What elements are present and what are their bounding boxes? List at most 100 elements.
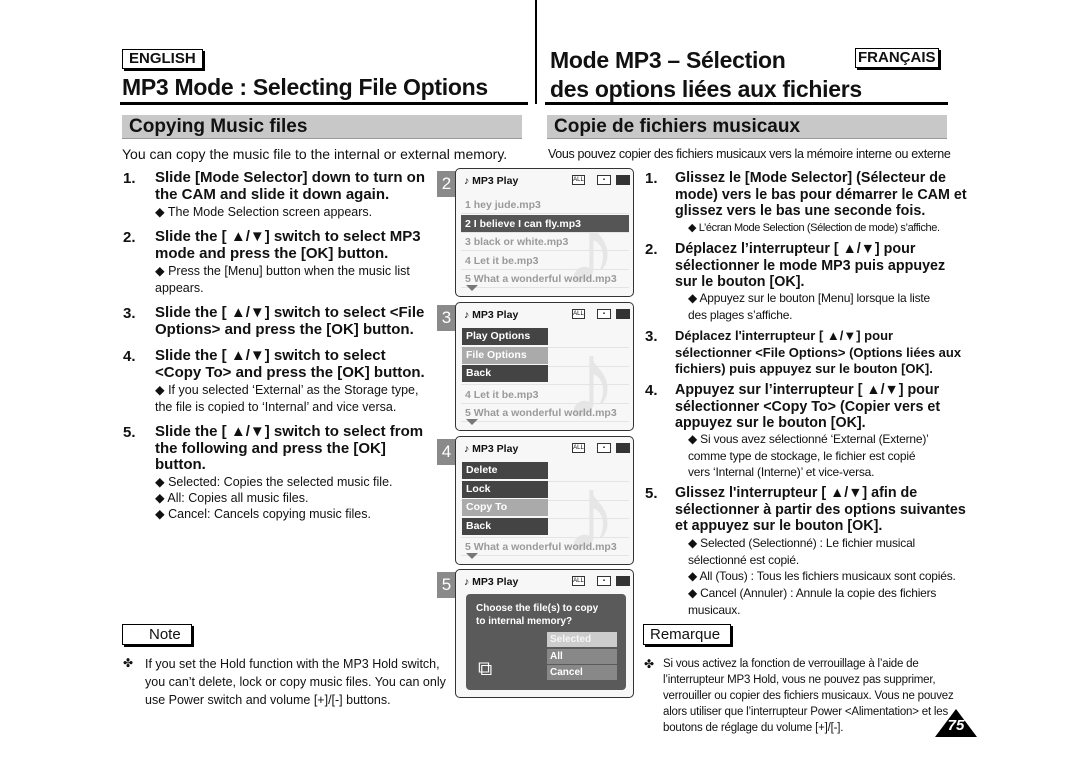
scroll-down-arrow-icon[interactable]	[466, 553, 478, 559]
step-bullet: ◆ Si vous avez sélectionné ‘External (Ex…	[688, 432, 929, 479]
intro-en: You can copy the music file to the inter…	[122, 146, 508, 162]
track-row[interactable]: 4 Let it be.mp3	[461, 252, 629, 270]
memory-icon: ▪	[597, 576, 611, 586]
step-number: 5.	[123, 424, 136, 441]
step-number: 5.	[645, 485, 658, 502]
step-text: Glissez l'interrupteur [ ▲/▼] afin de sé…	[675, 485, 966, 534]
screen-title: MP3 Play	[472, 309, 519, 321]
memory-icon: ▪	[597, 443, 611, 453]
menu-item[interactable]: Back	[462, 365, 548, 382]
track-row[interactable]: 5 What a wonderful world.mp3	[461, 270, 629, 288]
all-repeat-icon: ALL	[572, 309, 585, 319]
music-note-icon: ♪	[464, 443, 473, 455]
dialog-option[interactable]: Selected	[547, 632, 617, 647]
section-heading-en: Copying Music files	[122, 115, 522, 139]
battery-icon	[616, 175, 630, 185]
note-text: Si vous activez la fonction de verrouill…	[663, 658, 954, 734]
step-number: 2.	[645, 241, 658, 258]
device-screen: ♪ ♪ MP3 Play ALL ▪ 1 hey jude.mp3 2 I bel…	[455, 168, 634, 297]
music-note-icon: ♪	[464, 576, 473, 588]
francais-label: FRANÇAIS	[855, 48, 939, 68]
step-bullet: ◆ Cancel (Annuler) : Annule la copie des…	[688, 586, 937, 617]
step-bullet: ◆ Press the [Menu] button when the music…	[155, 264, 410, 295]
step-number: 3.	[123, 305, 136, 322]
page-title-fr-1: Mode MP3 – Sélection	[550, 47, 786, 73]
section-heading-fr: Copie de fichiers musicaux	[547, 115, 947, 139]
all-repeat-icon: ALL	[572, 175, 585, 185]
page-number: 75	[947, 717, 965, 734]
menu-item[interactable]: File Options	[462, 346, 548, 364]
note-text: If you set the Hold function with the MP…	[145, 657, 446, 707]
device-screen: ♪ ♪ MP3 Play ALL ▪ Choose the file(s) to…	[455, 569, 634, 698]
step-bullet: ◆ Selected (Selectionné) : Le fichier mu…	[688, 536, 916, 567]
step-number: 2.	[123, 229, 136, 246]
step-text: Appuyez sur l’interrupteur [ ▲/▼] pour s…	[675, 382, 941, 431]
dialog-option[interactable]: Cancel	[547, 665, 617, 680]
music-note-icon: ♪	[464, 309, 473, 321]
menu-item[interactable]: Back	[462, 517, 548, 535]
dialog-option[interactable]: All	[547, 648, 617, 664]
device-screen: ♪ ♪ MP3 Play ALL ▪ fly.mp3 e.mp34 Let it…	[455, 302, 634, 431]
intro-fr: Vous pouvez copier des fichiers musicaux…	[548, 147, 951, 161]
screen-title: MP3 Play	[472, 576, 519, 588]
step-badge: 3	[437, 305, 456, 331]
step-bullet: ◆ Appuyez sur le bouton [Menu] lorsque l…	[688, 291, 930, 322]
battery-icon	[616, 576, 630, 586]
header-rule-fr	[545, 102, 948, 105]
step-badge: 4	[437, 439, 456, 465]
step-text: Slide the [ ▲/▼] switch to select <Copy …	[155, 347, 425, 381]
menu-item[interactable]: Delete	[462, 462, 548, 479]
step-badge: 5	[437, 572, 456, 598]
device-screen: ♪ ♪ MP3 Play ALL ▪ fly.mp3 e.mp35 What a…	[455, 436, 634, 565]
copy-icon: ⧉	[478, 658, 493, 680]
track-row[interactable]: 1 hey jude.mp3	[461, 196, 629, 214]
page-title-en: MP3 Mode : Selecting File Options	[122, 74, 488, 100]
note-label: Remarque	[643, 624, 732, 645]
battery-icon	[616, 443, 630, 453]
header-rule-en	[120, 102, 528, 105]
step-number: 4.	[645, 382, 658, 399]
track-row[interactable]: 4 Let it be.mp3	[461, 386, 629, 404]
menu-item[interactable]: Copy To	[462, 499, 548, 516]
note-bullet-icon: ✤	[644, 657, 655, 671]
step-bullet: ◆ If you selected ‘External’ as the Stor…	[155, 383, 419, 414]
step-bullet: ◆ All: Copies all music files.	[155, 491, 309, 505]
note-bullet-icon: ✤	[123, 656, 134, 670]
step-badge: 2	[437, 171, 456, 197]
step-text: Glissez le [Mode Selector] (Sélecteur de…	[675, 170, 967, 219]
step-number: 1.	[645, 170, 658, 187]
step-text: Slide [Mode Selector] down to turn on th…	[155, 169, 425, 203]
battery-icon	[616, 309, 630, 319]
track-row[interactable]: 5 What a wonderful world.mp3	[461, 404, 629, 422]
step-bullet: ◆ Cancel: Cancels copying music files.	[155, 507, 371, 521]
dialog-message: Choose the file(s) to copy to internal m…	[476, 603, 599, 627]
menu-item[interactable]: Play Options	[462, 328, 548, 345]
note-label: Note	[122, 624, 192, 645]
step-number: 4.	[123, 348, 136, 365]
music-note-icon: ♪	[464, 175, 473, 187]
step-text: Slide the [ ▲/▼] switch to select <File …	[155, 304, 425, 338]
track-row[interactable]: 3 black or white.mp3	[461, 233, 629, 251]
step-number: 1.	[123, 170, 136, 187]
step-bullet: ◆ L’écran Mode Selection (Sélection de m…	[688, 222, 940, 234]
track-row[interactable]: 5 What a wonderful world.mp3	[461, 538, 629, 556]
copy-dialog: Choose the file(s) to copy to internal m…	[466, 594, 626, 690]
column-divider	[535, 0, 537, 104]
step-text: Déplacez l’interrupteur [ ▲/▼] pour séle…	[675, 241, 946, 290]
menu-item[interactable]: Lock	[462, 480, 548, 498]
all-repeat-icon: ALL	[572, 443, 585, 453]
scroll-down-arrow-icon[interactable]	[466, 285, 478, 291]
scroll-down-arrow-icon[interactable]	[466, 419, 478, 425]
english-label: ENGLISH	[122, 49, 203, 69]
memory-icon: ▪	[597, 309, 611, 319]
all-repeat-icon: ALL	[572, 576, 585, 586]
step-text: Slide the [ ▲/▼] switch to select from t…	[155, 423, 424, 473]
track-row[interactable]: 2 I believe I can fly.mp3	[461, 214, 629, 233]
step-number: 3.	[645, 328, 658, 345]
step-text: Déplacez l'interrupteur [ ▲/▼] pour séle…	[675, 328, 962, 376]
memory-icon: ▪	[597, 175, 611, 185]
page-title-fr-2: des options liées aux fichiers	[550, 76, 862, 102]
step-bullet: ◆ All (Tous) : Tous les fichiers musicau…	[688, 569, 956, 583]
screen-title: MP3 Play	[472, 175, 519, 187]
step-bullet: ◆ The Mode Selection screen appears.	[155, 205, 373, 219]
